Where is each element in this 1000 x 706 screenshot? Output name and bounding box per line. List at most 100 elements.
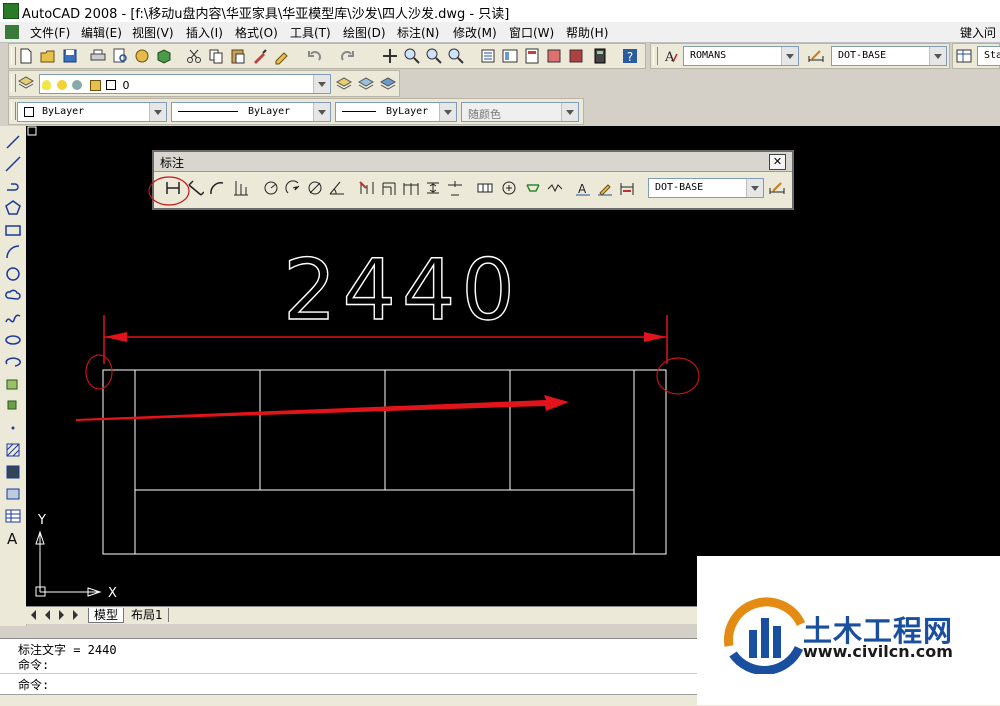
- jogged-linear-icon[interactable]: [546, 179, 564, 197]
- next-tab-icon[interactable]: [59, 610, 64, 620]
- markup-icon[interactable]: [567, 47, 585, 65]
- undo-icon[interactable]: [305, 47, 323, 65]
- table-style-icon[interactable]: [955, 47, 973, 65]
- menu-file[interactable]: 文件(F): [30, 24, 70, 41]
- menu-format[interactable]: 格式(O): [235, 24, 278, 41]
- 3d-dwf-icon[interactable]: [155, 47, 173, 65]
- redo-icon[interactable]: [339, 47, 357, 65]
- lightbulb-icon[interactable]: [42, 80, 51, 90]
- previous-tab-icon[interactable]: [45, 610, 50, 620]
- quick-dimension-icon[interactable]: [358, 179, 376, 197]
- cut-icon[interactable]: [185, 47, 203, 65]
- help-icon[interactable]: ?: [621, 47, 639, 65]
- tolerance-icon[interactable]: [476, 179, 494, 197]
- menu-modify[interactable]: 修改(M): [453, 24, 497, 41]
- design-center-icon[interactable]: [501, 47, 519, 65]
- chevron-down-icon[interactable]: [746, 179, 763, 197]
- dim-style-icon[interactable]: [807, 47, 825, 65]
- radius-dimension-icon[interactable]: [262, 179, 280, 197]
- zoom-realtime-icon[interactable]: [403, 47, 421, 65]
- inspection-icon[interactable]: [524, 179, 542, 197]
- spline-icon[interactable]: [3, 308, 23, 328]
- menu-window[interactable]: 窗口(W): [509, 24, 554, 41]
- menu-dimension[interactable]: 标注(N): [397, 24, 439, 41]
- gradient-icon[interactable]: [3, 462, 23, 482]
- tab-model[interactable]: 模型: [88, 608, 125, 623]
- construction-line-icon[interactable]: [3, 154, 23, 174]
- make-object-layer-current-icon[interactable]: [335, 74, 353, 92]
- paste-icon[interactable]: [229, 47, 247, 65]
- linetype-select[interactable]: ByLayer: [171, 102, 331, 122]
- ordinate-dimension-icon[interactable]: [232, 179, 250, 197]
- sun-icon[interactable]: [56, 80, 67, 90]
- first-tab-icon[interactable]: [31, 610, 36, 620]
- menu-insert[interactable]: 插入(I): [186, 24, 223, 41]
- jogged-dimension-icon[interactable]: [284, 179, 302, 197]
- sheet-set-icon[interactable]: [545, 47, 563, 65]
- save-icon[interactable]: [61, 47, 79, 65]
- layer-properties-icon[interactable]: [17, 74, 35, 92]
- plot-style-select[interactable]: 随颜色: [461, 102, 579, 122]
- match-properties-icon[interactable]: [251, 47, 269, 65]
- command-prompt-input[interactable]: 命令:: [18, 676, 49, 693]
- zoom-window-icon[interactable]: [425, 47, 443, 65]
- table-style-select[interactable]: Sta: [977, 46, 1000, 66]
- toolbar-grip[interactable]: [11, 47, 16, 65]
- plot-preview-icon[interactable]: [111, 47, 129, 65]
- hatch-icon[interactable]: [3, 440, 23, 460]
- angular-dimension-icon[interactable]: [328, 179, 346, 197]
- baseline-dimension-icon[interactable]: [380, 179, 398, 197]
- layer-states-icon[interactable]: [379, 74, 397, 92]
- arc-length-icon[interactable]: [208, 179, 226, 197]
- plot-icon[interactable]: [89, 47, 107, 65]
- toolbar-grip[interactable]: [11, 74, 16, 92]
- dimension-toolbar-titlebar[interactable]: 标注 ✕: [154, 152, 792, 172]
- dimension-text[interactable]: 2440: [282, 240, 521, 339]
- multiline-text-icon[interactable]: A: [3, 528, 23, 548]
- chevron-down-icon[interactable]: [929, 47, 946, 65]
- tab-layout1[interactable]: 布局1: [126, 608, 169, 622]
- lineweight-select[interactable]: ByLayer: [335, 102, 457, 122]
- center-mark-icon[interactable]: [500, 179, 518, 197]
- layer-select[interactable]: 0: [39, 74, 331, 94]
- close-icon[interactable]: ✕: [769, 154, 786, 170]
- table-icon[interactable]: [3, 506, 23, 526]
- diameter-dimension-icon[interactable]: [306, 179, 324, 197]
- dimension-space-icon[interactable]: [424, 179, 442, 197]
- menu-edit[interactable]: 编辑(E): [81, 24, 122, 41]
- menu-draw[interactable]: 绘图(D): [343, 24, 386, 41]
- chevron-down-icon[interactable]: [313, 75, 330, 93]
- tab-scroll-buttons[interactable]: [29, 609, 89, 621]
- ellipse-icon[interactable]: [3, 330, 23, 350]
- copy-icon[interactable]: [207, 47, 225, 65]
- menu-tools[interactable]: 工具(T): [290, 24, 331, 41]
- toolbar-grip[interactable]: [653, 47, 658, 65]
- continue-dimension-icon[interactable]: [402, 179, 420, 197]
- arc-icon[interactable]: [3, 242, 23, 262]
- text-style-icon[interactable]: A: [661, 47, 679, 65]
- publish-icon[interactable]: [133, 47, 151, 65]
- text-style-select[interactable]: ROMANS: [683, 46, 799, 66]
- menu-help[interactable]: 帮助(H): [566, 24, 608, 41]
- rectangle-icon[interactable]: [3, 220, 23, 240]
- toolbar-grip[interactable]: [11, 102, 16, 120]
- polyline-icon[interactable]: [3, 176, 23, 196]
- dimension-edit-icon[interactable]: A: [574, 179, 592, 197]
- insert-block-icon[interactable]: [3, 374, 23, 394]
- open-icon[interactable]: [39, 47, 57, 65]
- last-tab-icon[interactable]: [73, 610, 78, 620]
- calculator-icon[interactable]: [591, 47, 609, 65]
- document-icon[interactable]: [5, 25, 19, 39]
- layer-previous-icon[interactable]: [357, 74, 375, 92]
- freeze-viewport-icon[interactable]: [72, 80, 82, 90]
- dimension-break-icon[interactable]: [446, 179, 464, 197]
- point-icon[interactable]: [3, 418, 23, 438]
- make-block-icon[interactable]: [3, 396, 23, 416]
- new-icon[interactable]: [17, 47, 35, 65]
- dimension-update-icon[interactable]: [618, 179, 636, 197]
- properties-icon[interactable]: [479, 47, 497, 65]
- tool-palettes-icon[interactable]: [523, 47, 541, 65]
- chevron-down-icon[interactable]: [149, 103, 166, 121]
- chevron-down-icon[interactable]: [439, 103, 456, 121]
- chevron-down-icon[interactable]: [561, 103, 578, 121]
